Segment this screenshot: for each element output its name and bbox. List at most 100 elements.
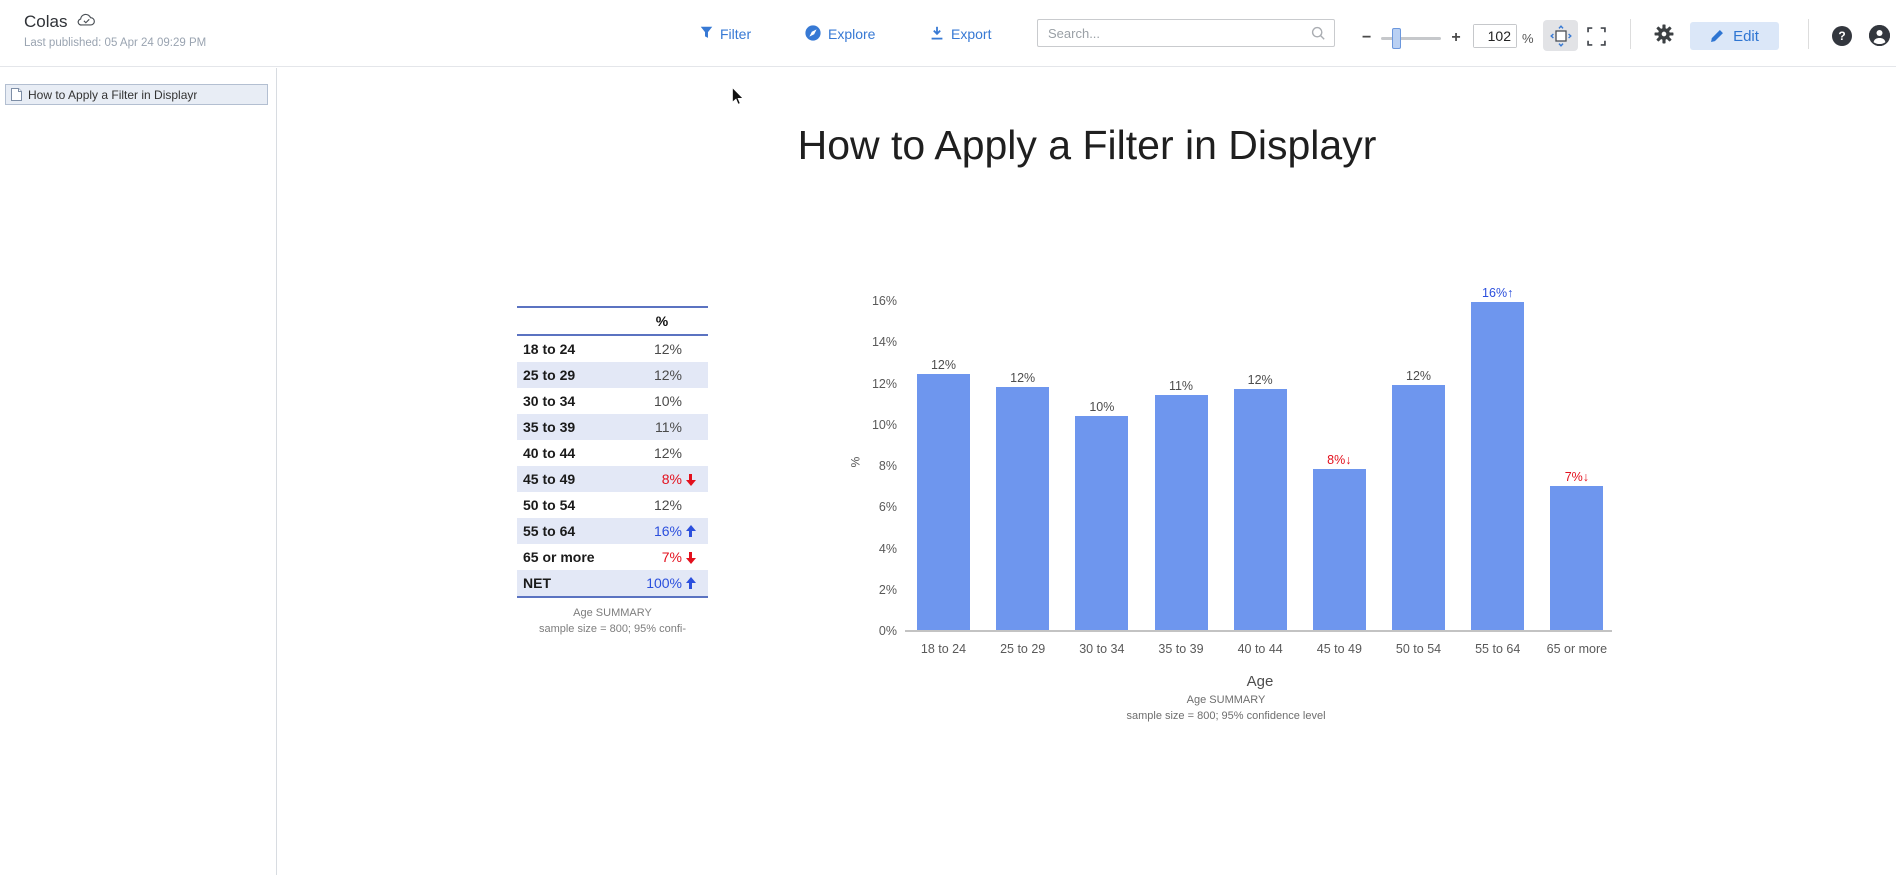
zoom-level-input[interactable] [1474,25,1516,47]
zoom-level-box [1473,24,1517,48]
edit-button[interactable]: Edit [1690,22,1779,50]
bar-data-label: 10% [1089,399,1115,414]
bar-data-label: 12% [1247,372,1273,387]
row-label: 18 to 24 [523,340,576,357]
toolbar-divider [1630,19,1631,49]
chart-footnote-line2: sample size = 800; 95% confidence level [1126,710,1326,722]
row-label: 30 to 34 [523,392,576,409]
row-value: 11% [655,419,682,435]
x-axis-category-label: 18 to 24 [920,642,967,656]
table-row: 40 to 44 12% [517,440,708,466]
table-row: 65 or more 7% [517,544,708,570]
significance-arrow-up-icon [684,524,697,538]
y-axis-tick-label: 10% [871,417,897,432]
row-value: 12% [653,445,682,461]
zoom-out-button[interactable]: − [1362,30,1371,46]
table-row: NET 100% [517,570,708,596]
bar-data-label: 12% [930,358,957,373]
bar-30 to 34 [1075,415,1129,630]
x-axis-category-label: 55 to 64 [1475,642,1521,656]
y-axis-tick-label: 16% [871,294,897,308]
table-value-column-header: % [655,313,669,329]
x-axis-title: Age [1246,673,1274,690]
bar-data-label: 12% [1406,368,1432,383]
x-axis-category-label: 25 to 29 [1000,642,1046,656]
zoom-slider[interactable] [1381,27,1442,49]
bar-data-label: 16%↑ [1482,286,1514,301]
x-axis-category-label: 30 to 34 [1079,642,1125,656]
bar-40 to 44 [1233,388,1287,630]
age-summary-table: % 18 to 24 12% 25 to 29 12% 30 to 34 10% 35 to… [517,306,708,637]
bar-50 to 54 [1392,384,1446,630]
table-body: 18 to 24 12% 25 to 29 12% 30 to 34 10% 35 to 3… [517,336,708,598]
bar-35 to 39 [1154,394,1208,630]
table-row: 55 to 64 16% [517,518,708,544]
row-label: 35 to 39 [523,418,576,435]
settings-button[interactable] [1652,22,1676,46]
row-value: 12% [653,367,682,383]
fullscreen-icon [1586,26,1606,46]
row-value: 100% [616,575,708,591]
search-input[interactable] [1038,25,1311,41]
table-footnote-line2: sample size = 800; 95% confi- [538,623,687,635]
table-header-row: % [517,306,708,336]
page-title: How to Apply a Filter in Displayr [797,122,1377,168]
filter-button[interactable]: Filter [700,23,751,45]
edit-label: Edit [1733,27,1759,45]
row-value: 12% [653,497,682,513]
row-label: 45 to 49 [523,470,576,487]
row-label: 65 or more [523,548,595,565]
row-label: 25 to 29 [523,366,576,383]
help-button[interactable]: ? [1832,26,1852,46]
y-axis-tick-label: 2% [878,582,897,597]
bar-25 to 29 [996,386,1050,630]
bar-data-label: 7%↓ [1564,469,1590,484]
sidebar-page-item[interactable]: How to Apply a Filter in Displayr [5,84,268,105]
pencil-icon [1711,30,1724,42]
chart-plot-area: 12% 12% 10% 11% 12% 8%↓ 12% 16%↑ 7%↓ [905,286,1612,632]
account-button[interactable] [1869,25,1890,46]
filter-icon [700,26,713,42]
explore-button[interactable]: Explore [805,23,875,45]
row-value: 16% [616,523,708,539]
cloud-sync-icon [76,12,97,32]
row-value: 7% [616,549,708,565]
question-mark-icon: ? [1838,29,1846,43]
explore-label: Explore [828,26,876,42]
zoom-controls: − + [1362,22,1461,54]
fullscreen-button[interactable] [1584,24,1608,48]
bar-data-label: 12% [1010,370,1036,385]
table-footnote-line1: Age SUMMARY [573,607,652,619]
bar-data-label: 11% [1168,378,1194,393]
x-axis-category-label: 45 to 49 [1316,642,1362,656]
gear-icon [1654,24,1674,44]
y-axis-tick-label: 0% [878,624,897,638]
export-download-icon [930,26,944,43]
search-box [1037,19,1335,47]
top-bar: Colas Last published: 05 Apr 24 09:29 PM… [0,0,1896,67]
pages-sidebar: How to Apply a Filter in Displayr [0,68,277,875]
export-button[interactable]: Export [930,23,991,45]
search-icon [1311,26,1325,40]
row-value: 8% [616,471,708,487]
zoom-in-button[interactable]: + [1451,30,1460,46]
significance-arrow-up-icon [684,576,697,590]
x-axis-category-label: 35 to 39 [1158,642,1204,656]
row-value: 12% [653,341,682,357]
y-axis-tick-label: 8% [878,459,897,473]
toolbar-divider-2 [1808,19,1809,49]
y-axis-tick-label: 12% [871,376,897,391]
document-brand: Colas Last published: 05 Apr 24 09:29 PM [24,12,206,49]
table-footnote: Age SUMMARY sample size = 800; 95% confi… [517,605,708,637]
row-label: 55 to 64 [523,522,576,539]
table-row: 30 to 34 10% [517,388,708,414]
filter-label: Filter [720,26,752,42]
fit-to-page-button[interactable] [1543,20,1578,51]
bar-data-label: 8%↓ [1327,453,1352,468]
table-row: 18 to 24 12% [517,336,708,362]
last-published-text: Last published: 05 Apr 24 09:29 PM [24,37,207,49]
y-axis-tick-label: 4% [878,541,897,556]
chart-footnote-line1: Age SUMMARY [1186,694,1266,706]
zoom-slider-handle[interactable] [1392,27,1402,49]
x-axis-category-label: 65 or more [1546,642,1608,656]
